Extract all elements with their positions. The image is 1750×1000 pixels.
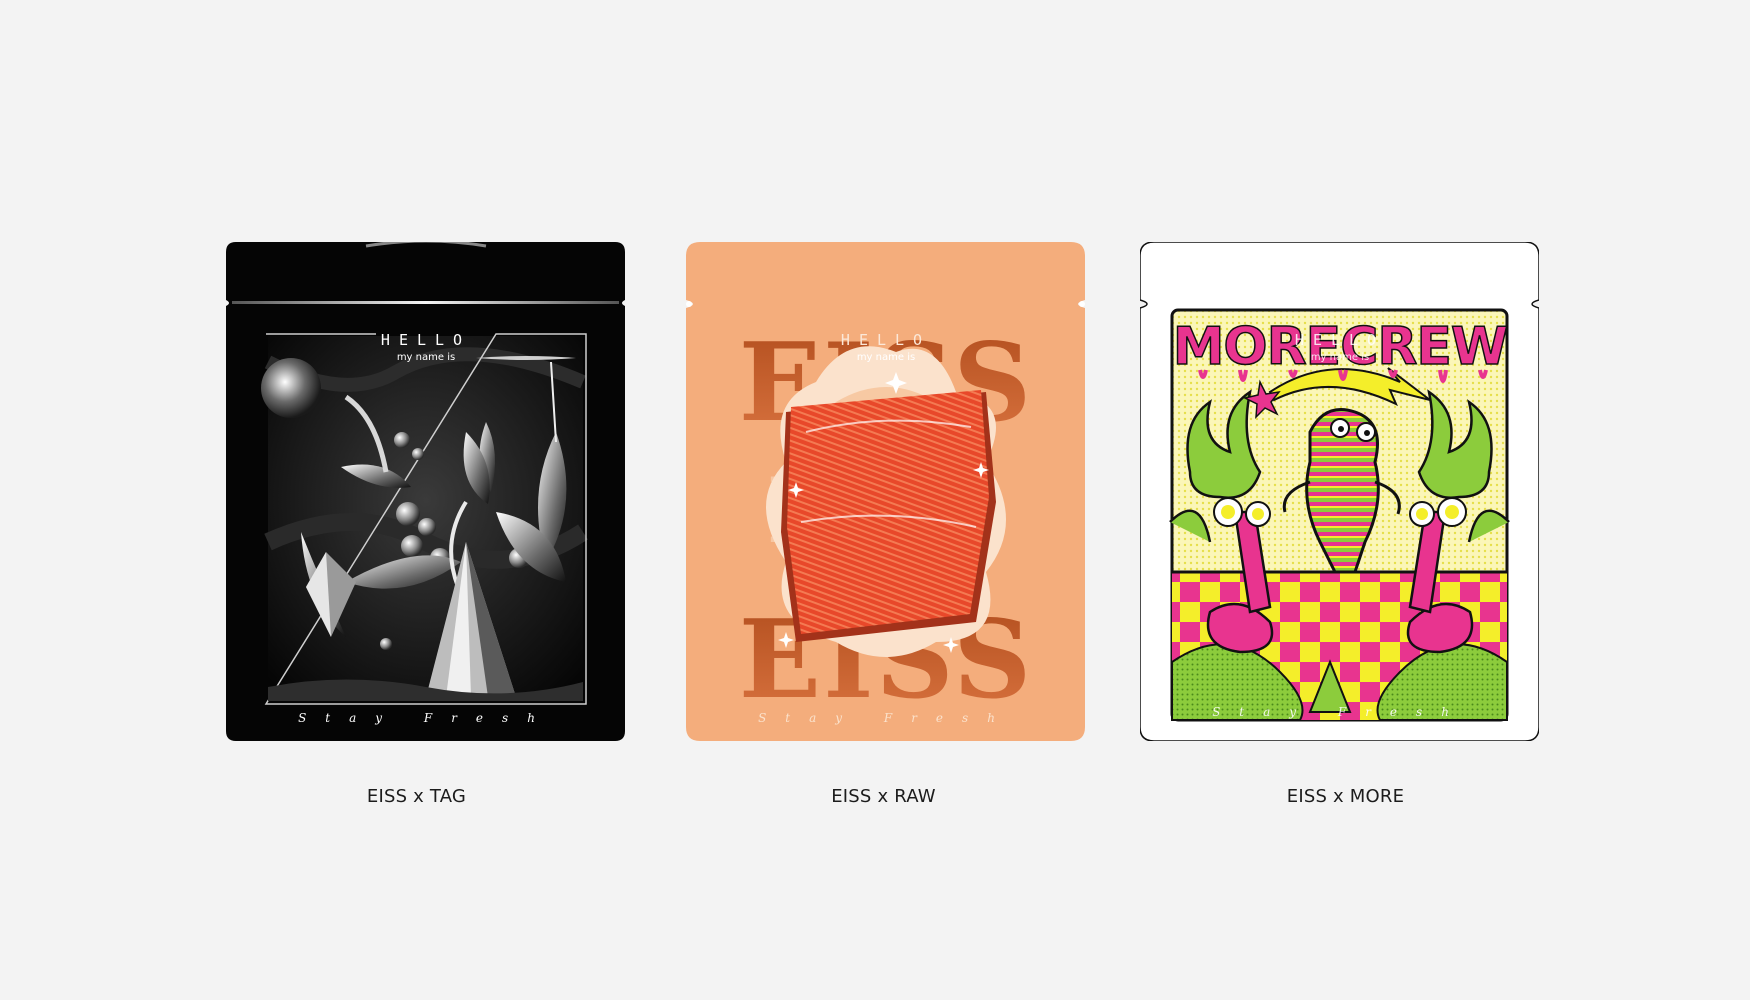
caption-tag: EISS x TAG xyxy=(366,786,467,807)
pack-more-subtitle: my name is xyxy=(1311,352,1369,363)
pack-more-hello: HELLO xyxy=(1295,331,1385,349)
pack-raw-subtitle: my name is xyxy=(857,352,915,363)
pack-raw-artwork: EISS EISS EISS HELLO my name is Stay Fre… xyxy=(686,242,1085,741)
pack-raw-hello: HELLO xyxy=(841,331,931,349)
pack-tag-hello: HELLO xyxy=(381,331,471,349)
pack-more-footer: Stay Fresh xyxy=(1212,705,1468,719)
pack-tag-footer: Stay Fresh xyxy=(298,711,554,725)
pack-tag: HELLO my name is Stay Fresh xyxy=(226,242,625,741)
pack-more: MORECREW HELLO my name is Stay Fresh xyxy=(1140,242,1539,741)
showcase: HELLO my name is Stay Fresh EISS HELLO m… xyxy=(0,0,1750,1000)
caption-more: EISS x MORE xyxy=(1286,786,1405,807)
pack-tag-subtitle: my name is xyxy=(397,352,455,363)
pack-more-artwork: MORECREW HELLO my name is Stay Fresh xyxy=(1140,242,1539,741)
pack-raw-footer: Stay Fresh xyxy=(758,711,1014,725)
pack-tag-artwork: HELLO my name is Stay Fresh xyxy=(226,242,625,741)
caption-raw: EISS x RAW xyxy=(831,786,936,807)
pack-raw: EISS EISS EISS HELLO my name is Stay Fre… xyxy=(686,242,1085,741)
